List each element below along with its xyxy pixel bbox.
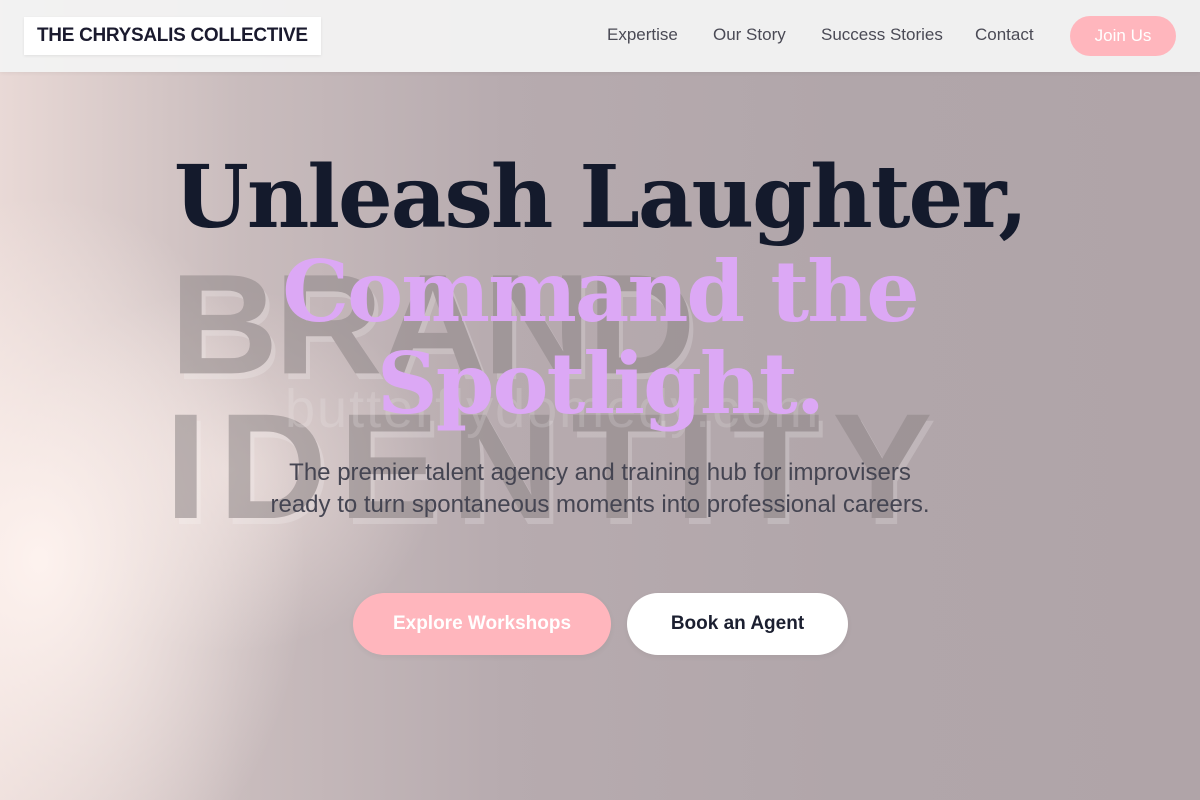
hero-headline-accent-line1: Command the <box>282 242 919 341</box>
nav-link-success-stories[interactable]: Success Stories <box>821 25 943 45</box>
hero-headline-accent: Command the Spotlight. <box>0 246 1200 430</box>
hero-subtitle: The premier talent agency and training h… <box>270 459 930 518</box>
explore-workshops-button[interactable]: Explore Workshops <box>353 593 611 655</box>
nav-link-expertise[interactable]: Expertise <box>607 25 678 45</box>
book-an-agent-button[interactable]: Book an Agent <box>627 593 848 655</box>
nav-link-contact[interactable]: Contact <box>975 25 1034 45</box>
hero-headline-accent-line2: Spotlight. <box>377 334 825 433</box>
main-nav: Expertise Our Story Success Stories Cont… <box>0 0 1200 72</box>
nav-link-our-story[interactable]: Our Story <box>713 25 786 45</box>
site-header: THE CHRYSALIS COLLECTIVE Expertise Our S… <box>0 0 1200 72</box>
join-us-button[interactable]: Join Us <box>1070 16 1176 56</box>
hero-headline: Unleash Laughter, <box>173 147 1028 248</box>
